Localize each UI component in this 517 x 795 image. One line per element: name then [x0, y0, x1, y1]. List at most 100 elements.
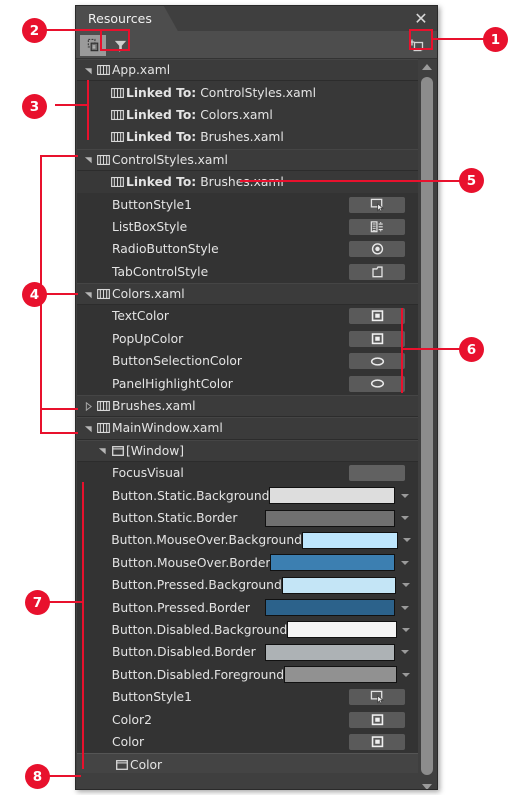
value-button-color2[interactable] [349, 711, 405, 728]
tab-resources[interactable]: Resources [76, 6, 178, 31]
tree-row-label-btn-mouseover-border: Button.MouseOver.Border [111, 555, 271, 570]
color-swatch-btn-disabled-bg[interactable] [287, 621, 397, 639]
value-button-color[interactable] [349, 733, 405, 750]
tree-row-btn-pressed-bg[interactable]: Button.Pressed.Background [77, 573, 419, 597]
value-button-buttonselectioncolor[interactable] [349, 353, 405, 370]
tree-row-btn-disabled-bg[interactable]: Button.Disabled.Background [77, 618, 419, 642]
value-button-popupcolor[interactable] [349, 330, 405, 347]
callout-3-bracket [87, 80, 89, 140]
color-swatch-btn-static-border[interactable] [265, 509, 395, 527]
expander-colors-xaml[interactable] [81, 290, 95, 299]
tree-row-textcolor[interactable]: TextColor [77, 305, 419, 328]
tree-row-app-link-control[interactable]: Linked To: ControlStyles.xaml [77, 81, 419, 104]
tree-row-radiobuttonstyle[interactable]: RadioButtonStyle [77, 238, 419, 261]
dictionary-icon [95, 422, 112, 434]
chevron-down-icon[interactable] [399, 605, 411, 610]
tree-row-btn-static-bg[interactable]: Button.Static.Background [77, 484, 419, 507]
value-button-textcolor[interactable] [349, 308, 405, 325]
tree-row-color2[interactable]: Color2 [77, 708, 419, 731]
tree-row-buttonstyle1-a[interactable]: ButtonStyle1 [77, 193, 419, 216]
tab-resources-label: Resources [88, 11, 152, 26]
callout-4-leader-mainwindow [40, 432, 78, 434]
chevron-down-icon[interactable] [402, 538, 411, 543]
value-button-listboxstyle[interactable] [349, 218, 405, 235]
tree-row-buttonstyle1-b[interactable]: ButtonStyle1 [77, 685, 419, 709]
dictionary-icon [109, 131, 126, 143]
expander-controlstyles-xaml[interactable] [81, 155, 95, 164]
callout-4-leader-colors [45, 293, 78, 295]
chevron-down-icon[interactable] [401, 672, 411, 677]
expander-mainwindow-xaml[interactable] [81, 424, 95, 433]
tree-row-tabcontrolstyle[interactable]: TabControlStyle [77, 260, 419, 283]
resources-tree[interactable]: App.xaml Linked To: ControlStyles.xaml Link… [77, 59, 419, 773]
tree-row-label-focusvisual: FocusVisual [112, 466, 184, 481]
tree-row-listboxstyle[interactable]: ListBoxStyle [77, 215, 419, 239]
tree-row-label-panelhighlightcolor: PanelHighlightColor [112, 376, 233, 391]
tree-row-btn-pressed-border[interactable]: Button.Pressed.Border [77, 596, 419, 619]
chevron-down-icon[interactable] [399, 493, 411, 498]
value-button-buttonstyle1-a[interactable] [349, 196, 405, 213]
dictionary-icon [111, 87, 124, 98]
tree-row-popupcolor[interactable]: PopUpColor [77, 327, 419, 351]
tree-row-brushes-xaml[interactable]: Brushes.xaml [77, 394, 419, 418]
tree-row-btn-disabled-border[interactable]: Button.Disabled.Border [77, 641, 419, 664]
dictionary-icon [97, 65, 110, 76]
tree-row-app-xaml[interactable]: App.xaml [77, 59, 419, 82]
tree-row-label-buttonselectioncolor: ButtonSelectionColor [112, 354, 242, 369]
dictionary-icon [111, 177, 124, 188]
color-swatch-btn-pressed-bg[interactable] [281, 576, 397, 594]
expander-open-icon [98, 448, 106, 455]
linked-to-prefix: Linked To: [126, 130, 197, 145]
tree-row-panelhighlightcolor[interactable]: PanelHighlightColor [77, 372, 419, 395]
tree-row-label-buttonstyle1-b: ButtonStyle1 [112, 690, 192, 705]
tree-row-mainwindow-xaml[interactable]: MainWindow.xaml [77, 417, 419, 440]
scroll-down-arrow[interactable] [418, 779, 436, 789]
tree-row-app-link-colors[interactable]: Linked To: Colors.xaml [77, 103, 419, 127]
chevron-down-icon[interactable] [400, 583, 411, 588]
tree-row-btn-mouseover-border[interactable]: Button.MouseOver.Border [77, 551, 419, 574]
expander-app-xaml[interactable] [81, 66, 95, 75]
value-button-buttonstyle1-b[interactable] [349, 689, 405, 706]
chevron-down-icon[interactable] [401, 627, 411, 632]
tree-row-color[interactable]: Color [77, 730, 419, 754]
color-swatch-btn-pressed-border[interactable] [265, 599, 395, 617]
value-button-tabcontrolstyle[interactable] [349, 263, 405, 280]
expander-window-node[interactable] [95, 446, 109, 455]
tree-row-color-footer[interactable]: Color [77, 753, 419, 773]
value-button-focusvisual[interactable] [349, 465, 405, 482]
tree-row-btn-disabled-fg[interactable]: Button.Disabled.Foreground [77, 663, 419, 686]
color-swatch-btn-disabled-fg[interactable] [284, 666, 397, 684]
color-square-icon [371, 333, 383, 345]
color-swatch-btn-mouseover-border[interactable] [270, 554, 396, 572]
callout-7-bracket [82, 482, 84, 769]
tree-vertical-scrollbar[interactable] [418, 59, 436, 789]
color-swatch-btn-mouseover-bg[interactable] [301, 531, 399, 549]
callout-3-number: 3 [29, 98, 40, 115]
tree-row-buttonselectioncolor[interactable]: ButtonSelectionColor [77, 350, 419, 373]
close-icon[interactable]: ✕ [411, 9, 431, 29]
expander-brushes-xaml[interactable] [81, 401, 95, 411]
linked-to-target: Colors.xaml [200, 107, 273, 122]
callout-8-number: 8 [32, 768, 43, 785]
tree-row-btn-static-border[interactable]: Button.Static.Border [77, 506, 419, 530]
chevron-down-icon[interactable] [399, 650, 411, 655]
tree-row-colors-xaml[interactable]: Colors.xaml [77, 282, 419, 306]
chevron-down-icon[interactable] [399, 516, 411, 520]
color-swatch-btn-static-bg[interactable] [269, 487, 396, 505]
color-swatch-btn-disabled-border[interactable] [265, 643, 395, 661]
tree-row-cs-link-brushes[interactable]: Linked To: Brushes.xaml [77, 170, 419, 194]
tree-row-controlstyles-xaml[interactable]: ControlStyles.xaml [77, 148, 419, 171]
value-button-radiobuttonstyle[interactable] [349, 241, 405, 258]
chevron-down-icon[interactable] [399, 560, 411, 565]
expander-open-icon [84, 426, 92, 433]
callout-6-number: 6 [466, 341, 477, 358]
tree-row-btn-mouseover-bg[interactable]: Button.MouseOver.Background [77, 529, 419, 552]
tree-row-window-node[interactable]: [Window] [77, 439, 419, 463]
scroll-up-arrow[interactable] [418, 59, 436, 75]
panel-titlebar: Resources ✕ [76, 6, 437, 31]
callout-5-leader [240, 180, 462, 182]
tree-row-focusvisual[interactable]: FocusVisual [77, 462, 419, 485]
control-tabcontrol-icon [371, 266, 383, 278]
tree-row-app-link-brushes[interactable]: Linked To: Brushes.xaml [77, 126, 419, 149]
value-button-panelhighlightcolor[interactable] [349, 375, 405, 392]
